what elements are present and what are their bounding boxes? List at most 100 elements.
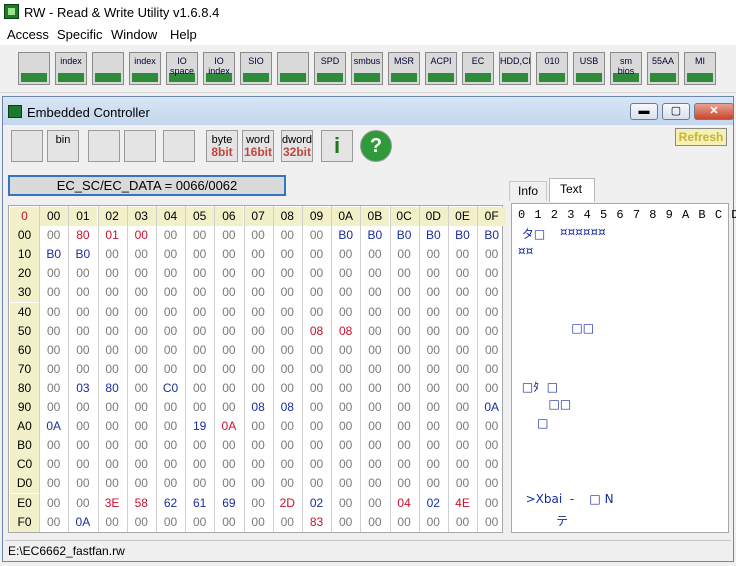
hex-cell[interactable]: 00 — [214, 455, 243, 474]
hex-cell[interactable]: 00 — [214, 379, 243, 398]
pci-icon[interactable] — [18, 52, 50, 85]
hex-cell[interactable]: 61 — [185, 494, 214, 513]
hex-cell[interactable]: 00 — [39, 513, 68, 532]
hex-cell[interactable]: 00 — [390, 341, 419, 360]
hex-cell[interactable]: 04 — [390, 494, 419, 513]
hex-cell[interactable]: 00 — [419, 379, 448, 398]
hex-cell[interactable]: 00 — [39, 474, 68, 493]
hex-cell[interactable]: 00 — [127, 455, 156, 474]
hex-cell[interactable]: 03 — [68, 379, 97, 398]
byte-8bit-button[interactable]: byte 8bit — [206, 130, 238, 162]
hex-cell[interactable]: 00 — [214, 341, 243, 360]
hex-cell[interactable]: 00 — [185, 513, 214, 532]
hex-cell[interactable]: 00 — [127, 283, 156, 302]
hex-cell[interactable]: 00 — [98, 417, 127, 436]
hex-cell[interactable]: 00 — [98, 322, 127, 341]
hex-cell[interactable]: 00 — [127, 474, 156, 493]
hex-cell[interactable]: 00 — [127, 226, 156, 245]
hex-cell[interactable]: 00 — [331, 379, 360, 398]
hex-cell[interactable]: 00 — [127, 322, 156, 341]
hex-cell[interactable]: 08 — [302, 322, 331, 341]
smbios-icon[interactable]: sm bios — [610, 52, 642, 85]
hex-cell[interactable]: 00 — [331, 474, 360, 493]
hex-cell[interactable]: B0 — [360, 226, 389, 245]
hex-cell[interactable]: 00 — [419, 513, 448, 532]
hex-cell[interactable]: 00 — [185, 455, 214, 474]
hex-cell[interactable]: 00 — [68, 303, 97, 322]
hex-cell[interactable]: 00 — [156, 360, 185, 379]
hex-cell[interactable]: 00 — [360, 474, 389, 493]
hex-cell[interactable]: 00 — [302, 283, 331, 302]
hex-cell[interactable]: 00 — [273, 245, 302, 264]
hex-cell[interactable]: 00 — [477, 436, 506, 455]
hex-cell[interactable]: 00 — [244, 474, 273, 493]
hex-cell[interactable]: 00 — [68, 341, 97, 360]
hex-cell[interactable]: 00 — [244, 303, 273, 322]
hex-cell[interactable]: 00 — [185, 341, 214, 360]
hex-cell[interactable]: 00 — [39, 303, 68, 322]
hex-cell[interactable]: 00 — [273, 303, 302, 322]
hex-cell[interactable]: 00 — [302, 264, 331, 283]
hex-cell[interactable]: 08 — [273, 398, 302, 417]
hex-cell[interactable]: 00 — [39, 226, 68, 245]
hex-cell[interactable]: 00 — [156, 436, 185, 455]
hex-cell[interactable]: 00 — [302, 474, 331, 493]
hex-cell[interactable]: 00 — [419, 303, 448, 322]
hex-cell[interactable]: 00 — [39, 283, 68, 302]
hex-cell[interactable]: 00 — [448, 474, 477, 493]
hdd-cd-icon[interactable]: HDD,CD — [499, 52, 531, 85]
disk-icon[interactable]: 010 — [536, 52, 568, 85]
hex-cell[interactable]: 00 — [390, 417, 419, 436]
hex-cell[interactable]: 00 — [185, 322, 214, 341]
hex-cell[interactable]: 00 — [214, 398, 243, 417]
hex-cell[interactable]: 00 — [273, 322, 302, 341]
refresh-button[interactable]: Refresh — [675, 128, 727, 146]
hex-cell[interactable]: 08 — [244, 398, 273, 417]
hex-cell[interactable]: 01 — [98, 226, 127, 245]
hex-cell[interactable]: 00 — [360, 513, 389, 532]
hex-cell[interactable]: 00 — [68, 455, 97, 474]
hex-cell[interactable]: 00 — [302, 245, 331, 264]
hex-cell[interactable]: 69 — [214, 494, 243, 513]
hex-cell[interactable]: 00 — [477, 360, 506, 379]
hex-cell[interactable]: 00 — [273, 379, 302, 398]
hex-cell[interactable]: 00 — [448, 398, 477, 417]
io-index-icon[interactable]: IO index — [203, 52, 235, 85]
hex-cell[interactable]: 00 — [39, 398, 68, 417]
hex-cell[interactable]: 00 — [302, 341, 331, 360]
hex-cell[interactable]: 00 — [98, 474, 127, 493]
hex-cell[interactable]: 00 — [419, 264, 448, 283]
hex-cell[interactable]: 00 — [127, 264, 156, 283]
hex-cell[interactable]: 00 — [98, 455, 127, 474]
usb-icon[interactable]: USB — [573, 52, 605, 85]
hex-cell[interactable]: 00 — [244, 360, 273, 379]
hex-cell[interactable]: 00 — [68, 494, 97, 513]
hex-cell[interactable]: 00 — [244, 264, 273, 283]
pci-index-icon[interactable]: index — [55, 52, 87, 85]
hex-cell[interactable]: 00 — [156, 322, 185, 341]
hex-cell[interactable]: 00 — [273, 360, 302, 379]
hex-cell[interactable]: 00 — [419, 474, 448, 493]
aa55-icon[interactable]: 55AA — [647, 52, 679, 85]
hex-cell[interactable]: 62 — [156, 494, 185, 513]
hex-cell[interactable]: 00 — [244, 379, 273, 398]
hex-cell[interactable]: 00 — [477, 322, 506, 341]
ec-icon[interactable]: EC — [462, 52, 494, 85]
hex-cell[interactable]: 00 — [390, 283, 419, 302]
hex-cell[interactable]: 00 — [390, 264, 419, 283]
hex-cell[interactable]: 00 — [477, 379, 506, 398]
msr-icon[interactable]: MSR — [388, 52, 420, 85]
hex-cell[interactable]: 00 — [448, 245, 477, 264]
hex-cell[interactable]: 00 — [156, 264, 185, 283]
hex-cell[interactable]: 00 — [390, 455, 419, 474]
hex-cell[interactable]: 00 — [68, 417, 97, 436]
hex-cell[interactable]: 00 — [68, 360, 97, 379]
hex-cell[interactable]: 00 — [302, 379, 331, 398]
tab-info[interactable]: Info — [509, 181, 547, 201]
hex-cell[interactable]: 00 — [419, 360, 448, 379]
hex-cell[interactable]: 00 — [273, 474, 302, 493]
hex-cell[interactable]: 00 — [98, 360, 127, 379]
hex-cell[interactable]: 00 — [39, 322, 68, 341]
hex-cell[interactable]: 00 — [302, 398, 331, 417]
hex-cell[interactable]: 00 — [273, 417, 302, 436]
